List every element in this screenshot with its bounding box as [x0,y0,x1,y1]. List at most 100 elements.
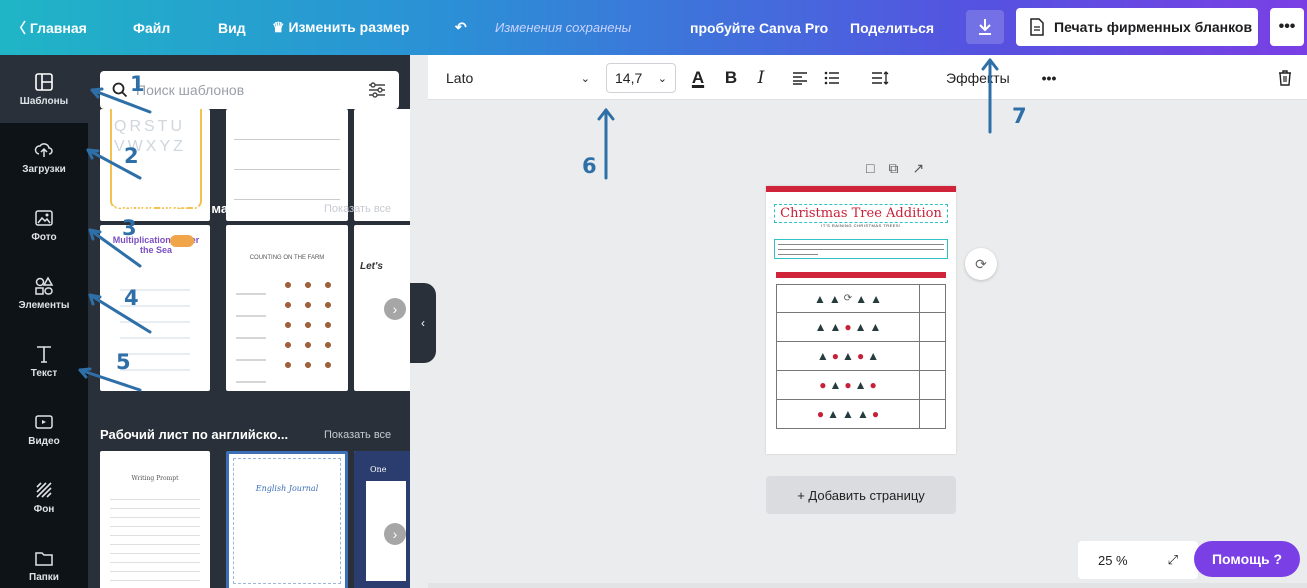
rail-label: Фон [33,503,55,515]
duplicate-icon[interactable]: ⧉ [888,160,898,177]
more-tools-button[interactable]: ••• [1034,63,1064,93]
rail-label: Шаблоны [19,95,69,107]
scroll-right-button[interactable]: › [384,298,406,320]
annotation-number: 3 [122,216,137,240]
print-letterheads-button[interactable]: Печать фирменных бланков [1016,8,1258,46]
rail-label: Загрузки [22,163,66,175]
save-status: Изменения сохранены [495,20,632,35]
chevron-down-icon: ⌄ [580,72,590,85]
annotation-number: 7 [1012,104,1027,128]
page-actions: □ ⧉ ↗ [866,160,924,177]
rail-item-folders[interactable]: Папки [0,531,88,588]
annotation-number: 4 [124,286,139,310]
template-thumb[interactable]: Writing Prompt [100,451,210,588]
add-page-button[interactable]: + Добавить страницу [766,476,956,514]
text-toolbar: Lato ⌄ 14,7 ⌄ A B I Эффекты ••• [428,55,1307,100]
delete-button[interactable] [1274,63,1296,93]
add-page-icon[interactable]: ↗ [912,160,924,177]
list-icon [824,71,839,85]
template-thumb[interactable]: One [354,451,410,588]
templates-panel: QRSTU VWXYZ Рабочий лист по математике П… [88,55,410,588]
rail-item-templates[interactable]: Шаблоны [0,55,88,123]
try-pro-button[interactable]: пробуйте Canva Pro [690,0,828,55]
template-thumb[interactable]: English Journal [226,451,348,588]
left-rail: Шаблоны Загрузки Фото Элементы Текст Вид… [0,55,88,588]
line-spacing-icon [872,71,889,85]
resize-button[interactable]: ♛ Изменить размер [272,0,409,55]
home-button[interactable]: 〈 Главная [12,0,87,55]
italic-button[interactable]: I [750,63,772,93]
search-icon [112,82,128,98]
scroll-right-button[interactable]: › [384,523,406,545]
more-options-button[interactable]: ••• [1270,8,1304,46]
show-all-english[interactable]: Показать все [324,429,391,441]
font-size-select[interactable]: 14,7 ⌄ [606,63,676,93]
rail-item-elements[interactable]: Элементы [0,259,88,327]
elements-icon [35,275,54,295]
note-icon[interactable]: □ [866,160,874,177]
search-input[interactable] [136,82,326,98]
background-icon [36,481,52,498]
spacing-button[interactable] [868,63,892,93]
chevron-down-icon: ⌄ [657,72,667,85]
thumb-title: COUNTING ON THE FARM [249,255,325,261]
zoom-value: 25 % [1097,552,1128,568]
trash-icon [1279,70,1291,86]
download-icon [979,19,991,35]
annotation-number: 1 [130,72,145,96]
rail-item-background[interactable]: Фон [0,463,88,531]
font-size-value: 14,7 [615,70,643,86]
table-row: ▲ ▲ ⟳ ▲ ▲ [776,284,946,313]
font-family-select[interactable]: Lato ⌄ [438,63,598,93]
template-search [100,71,399,109]
worksheet-title[interactable]: Christmas Tree Addition [774,204,948,223]
share-button[interactable]: Поделиться [850,0,934,55]
table-row: ● ▲ ▲ ▲ ● [776,400,946,429]
view-menu[interactable]: Вид [218,0,246,55]
list-button[interactable] [820,63,844,93]
align-left-icon [793,72,807,85]
worksheet-subtitle[interactable]: IT'S RAINING CHRISTMAS TREES! [774,223,948,228]
download-button[interactable] [966,10,1004,44]
zoom-control[interactable]: 25 % ⤢ [1078,541,1198,579]
section-title-english: Рабочий лист по английско... [100,427,289,442]
effects-button[interactable]: Эффекты [946,63,1010,93]
bold-button[interactable]: B [720,63,742,93]
folder-icon [35,551,53,566]
rail-item-uploads[interactable]: Загрузки [0,123,88,191]
undo-icon[interactable]: ↶ [455,0,467,55]
rail-label: Фото [31,231,57,243]
rail-label: Папки [29,571,59,583]
filter-icon[interactable] [367,80,387,100]
text-color-button[interactable]: A [686,63,710,93]
canva-editor: 〈 Главная Файл Вид ♛ Изменить размер ↶ И… [0,0,1307,588]
rail-label: Текст [30,367,58,379]
expand-icon[interactable]: ⤢ [1168,552,1178,568]
text-icon [37,345,51,363]
annotation-number: 2 [124,144,139,168]
annotation-number: 5 [116,350,131,374]
rail-item-text[interactable]: Текст [0,327,88,395]
thumb-title: Let's [360,261,383,272]
collapse-panel-button[interactable]: ‹ [410,283,436,363]
show-all-math[interactable]: Показать все [324,203,391,215]
annotation-number: 6 [582,154,597,178]
design-page[interactable]: Christmas Tree Addition IT'S RAINING CHR… [766,186,956,454]
rail-label: Элементы [18,299,70,311]
selected-text-box[interactable] [774,239,948,259]
photo-icon [35,209,53,226]
rail-item-video[interactable]: Видео [0,395,88,463]
print-label: Печать фирменных бланков [1054,19,1253,35]
text-color-icon: A [691,68,705,87]
file-menu[interactable]: Файл [133,0,170,55]
help-button[interactable]: Помощь ? [1194,541,1300,577]
section-title-math: Рабочий лист по математике [100,201,287,216]
template-thumb[interactable]: COUNTING ON THE FARM [226,225,348,391]
align-button[interactable] [788,63,812,93]
horizontal-scrollbar[interactable] [428,583,1307,588]
rail-item-photos[interactable]: Фото [0,191,88,259]
video-icon [35,414,53,429]
refresh-icon[interactable]: ⟳ [965,248,997,280]
addition-grid[interactable]: ▲ ▲ ⟳ ▲ ▲ ▲ ▲ ● ▲ ▲ ▲ ● ▲ ● ▲ ● ▲ ● ▲ ● ● ▲ ▲ ▲ ● [776,284,946,429]
templates-icon [35,72,53,91]
